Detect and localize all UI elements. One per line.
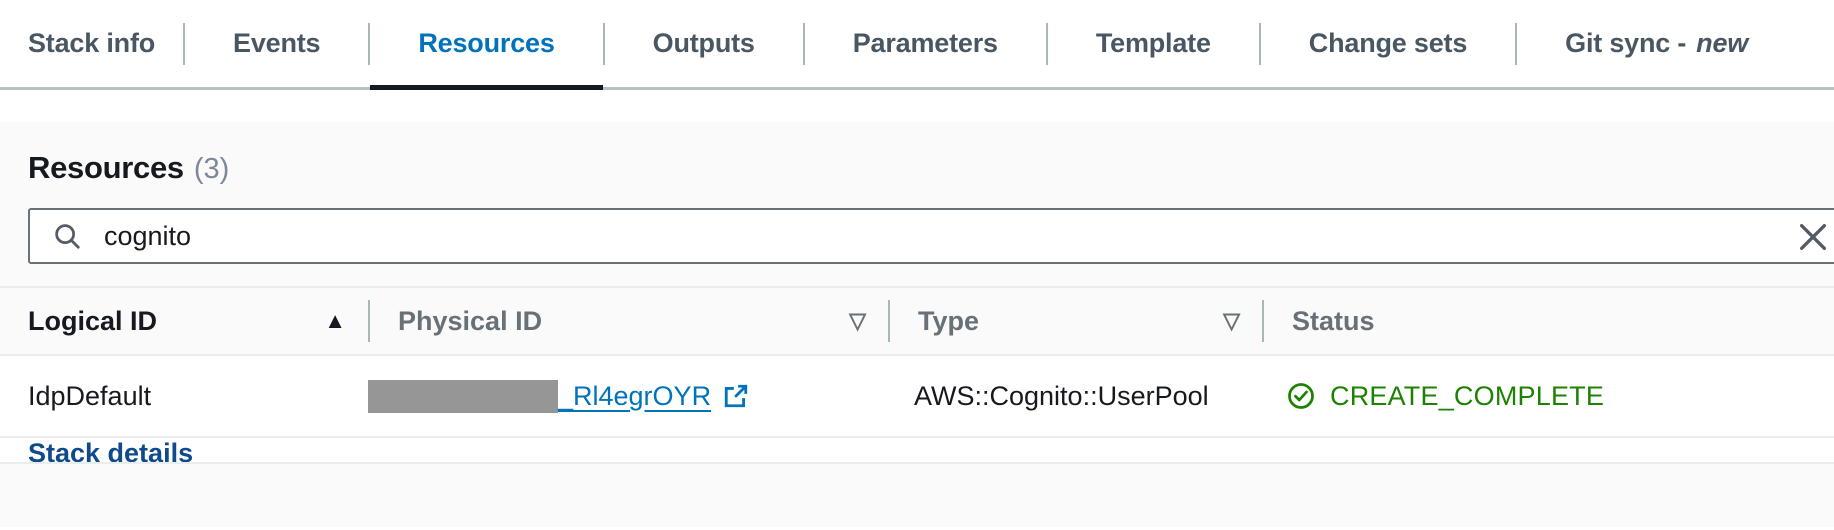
tab-events-label: Events <box>233 28 321 58</box>
search-bar[interactable] <box>28 208 1834 264</box>
redaction-block <box>368 379 558 413</box>
logical-id-link[interactable]: Stack details <box>0 438 193 462</box>
column-header-status[interactable]: Status <box>1264 288 1834 354</box>
status-value: CREATE_COMPLETE <box>1330 380 1605 411</box>
tab-outputs-label: Outputs <box>652 28 755 58</box>
logical-id-value: IdpDefault <box>28 380 152 411</box>
tab-stack-info-label: Stack info <box>28 28 156 58</box>
tab-git-sync[interactable]: Git sync - new <box>1517 0 1796 87</box>
tab-git-sync-label: Git sync - <box>1565 28 1687 58</box>
table-body: IdpDefault _Rl4egrOYR AWS::Cognito::User… <box>0 356 1834 464</box>
cell-type: AWS::Cognito::UserPool <box>886 356 1258 436</box>
tab-outputs[interactable]: Outputs <box>605 0 803 87</box>
column-header-logical-id-label: Logical ID <box>28 305 158 336</box>
type-value: AWS::Cognito::UserPool <box>914 380 1209 411</box>
cloudformation-stack-detail-screen: Stack info Events Resources Outputs Para… <box>0 0 1834 530</box>
tab-resources-label: Resources <box>418 28 555 58</box>
tab-stack-info[interactable]: Stack info <box>0 0 183 87</box>
tab-template[interactable]: Template <box>1048 0 1259 87</box>
external-link-icon[interactable] <box>723 383 749 409</box>
status-success-icon <box>1286 381 1316 411</box>
column-header-physical-id-label: Physical ID <box>398 305 543 336</box>
tab-events[interactable]: Events <box>185 0 368 87</box>
tab-change-sets-label: Change sets <box>1308 28 1468 58</box>
clear-search-icon[interactable] <box>1796 220 1830 254</box>
table-row[interactable]: Stack details <box>0 438 1834 464</box>
cell-physical-id: _Rl4egrOYR <box>368 356 886 436</box>
stack-detail-tabs: Stack info Events Resources Outputs Para… <box>0 0 1834 90</box>
column-header-status-label: Status <box>1292 305 1375 336</box>
sort-descending-icon: ▽ <box>1223 308 1240 333</box>
cell-status: CREATE_COMPLETE <box>1258 356 1834 436</box>
physical-id-link[interactable]: _Rl4egrOYR <box>558 381 711 412</box>
tab-change-sets[interactable]: Change sets <box>1261 0 1515 87</box>
resources-count: (3) <box>193 153 230 185</box>
sort-descending-icon: ▽ <box>849 308 866 333</box>
table-header-row: Logical ID ▲ Physical ID ▽ Type ▽ Status <box>0 286 1834 356</box>
column-header-type[interactable]: Type ▽ <box>890 288 1262 354</box>
table-row[interactable]: IdpDefault _Rl4egrOYR AWS::Cognito::User… <box>0 356 1834 438</box>
tab-resources[interactable]: Resources <box>370 0 603 90</box>
panel-top-spacer <box>0 90 1834 122</box>
search-icon <box>52 221 82 251</box>
cell-logical-id: IdpDefault <box>0 356 368 436</box>
resources-panel: Resources (3) Logica <box>0 90 1834 527</box>
tab-parameters-label: Parameters <box>852 28 998 58</box>
column-header-logical-id[interactable]: Logical ID ▲ <box>0 288 368 354</box>
sort-ascending-icon: ▲ <box>324 308 346 333</box>
resources-table: Logical ID ▲ Physical ID ▽ Type ▽ Status <box>0 286 1834 464</box>
physical-id-value: _Rl4egrOYR <box>368 379 749 413</box>
search-input[interactable] <box>104 210 1828 262</box>
tab-git-sync-new-badge: new <box>1696 28 1749 58</box>
tab-parameters[interactable]: Parameters <box>805 0 1046 87</box>
column-header-physical-id[interactable]: Physical ID ▽ <box>370 288 888 354</box>
status-badge: CREATE_COMPLETE <box>1286 381 1604 412</box>
tab-template-label: Template <box>1095 28 1211 58</box>
page-title: Resources <box>28 150 184 185</box>
resources-header: Resources (3) <box>0 122 1834 186</box>
column-header-type-label: Type <box>918 305 980 336</box>
